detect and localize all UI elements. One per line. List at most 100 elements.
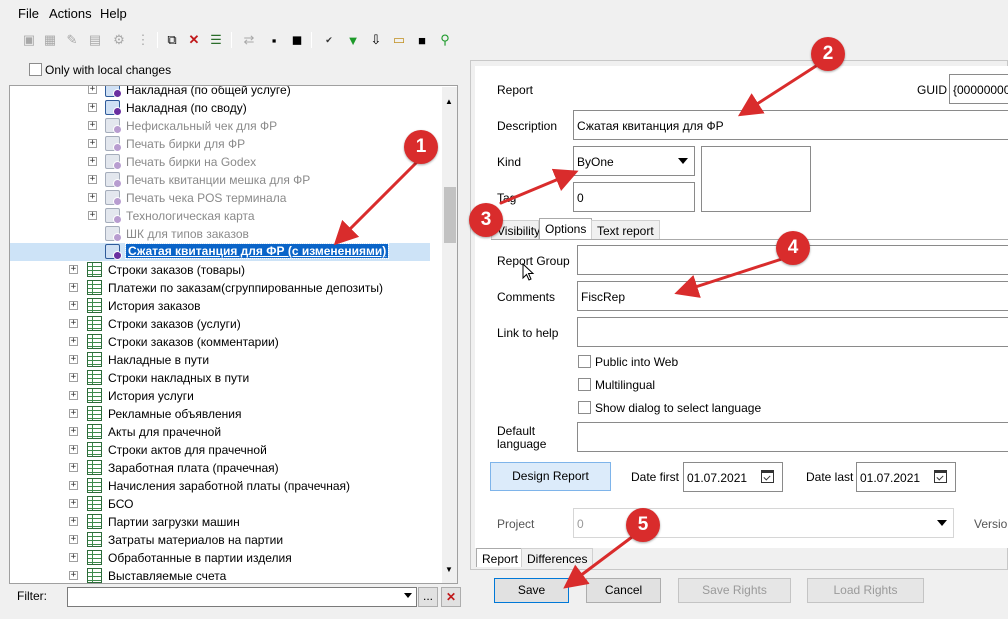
tree-row[interactable]: + Накладные в пути [10,351,430,369]
expand-icon[interactable]: + [69,535,78,544]
tree-row[interactable]: + Рекламные объявления [10,405,430,423]
tree-row[interactable]: + Печать квитанции мешка для ФР [10,171,430,189]
tree-row[interactable]: + Акты для прачечной [10,423,430,441]
tab-options[interactable]: Options [539,218,593,239]
expand-icon[interactable]: + [69,409,78,418]
tab-differences[interactable]: Differences [521,548,594,567]
expand-icon[interactable]: + [69,571,78,580]
multilingual-checkbox[interactable] [578,378,591,391]
expand-icon[interactable]: + [88,139,97,148]
expand-icon[interactable]: + [88,211,97,220]
load-rights-button[interactable]: Load Rights [807,578,924,603]
save-icon[interactable]: ▪ [265,31,283,49]
expand-icon[interactable]: + [69,499,78,508]
expand-icon[interactable]: + [69,355,78,364]
save-rights-button[interactable]: Save Rights [678,578,791,603]
tab-text-report[interactable]: Text report [591,220,660,239]
filter-browse-button[interactable]: ... [418,587,438,607]
tree-row[interactable]: + БСО [10,495,430,513]
delete-icon[interactable]: ✕ [185,31,203,49]
tree-row[interactable]: + Партии загрузки машин [10,513,430,531]
tree-row[interactable]: + Обработанные в партии изделия [10,549,430,567]
expand-icon[interactable]: + [69,265,78,274]
expand-icon[interactable]: + [69,463,78,472]
calendar-icon[interactable] [761,470,774,483]
chevron-down-icon[interactable] [404,593,412,598]
expand-icon[interactable]: + [88,103,97,112]
filter-settings-icon[interactable]: ⚲ [436,31,454,49]
cancel-button[interactable]: Cancel [586,578,661,603]
tag-field[interactable]: 0 [573,182,695,212]
save-button[interactable]: Save [494,578,569,603]
tree-row[interactable]: + История услуги [10,387,430,405]
filter-input[interactable] [67,587,417,607]
tree-row[interactable]: + Технологическая карта [10,207,430,225]
expand-icon[interactable]: + [69,553,78,562]
expand-icon[interactable]: + [69,301,78,310]
folder-icon[interactable]: ▣ [20,31,38,49]
date-first-field[interactable]: 01.07.2021 [683,462,783,492]
tree-icon[interactable]: ⋮ [134,31,152,49]
tree-row[interactable]: + Строки актов для прачечной [10,441,430,459]
description-field[interactable]: Сжатая квитанция для ФР [573,110,1008,140]
scrollbar-thumb[interactable] [444,187,456,243]
local-changes-checkbox[interactable] [29,63,42,76]
expand-icon[interactable]: + [88,157,97,166]
tree-view-icon[interactable]: ☰ [207,31,225,49]
scroll-down-icon[interactable]: ▼ [445,565,453,574]
chevron-down-icon[interactable] [678,158,688,164]
guid-field[interactable]: {00000000- [949,74,1008,104]
tree-row[interactable]: + Платежи по заказам(сгруппированные депо… [10,279,430,297]
expand-icon[interactable]: + [69,481,78,490]
expand-icon[interactable]: + [69,373,78,382]
tab-report[interactable]: Report [476,548,525,567]
tree-row[interactable]: + Затраты материалов на партии [10,531,430,549]
menu-help[interactable]: Help [100,6,127,21]
tree-row[interactable]: + История заказов [10,297,430,315]
clear-filter-icon[interactable]: ✕ [441,587,461,607]
tree-row[interactable]: + Печать бирки для ФР [10,135,430,153]
design-report-button[interactable]: Design Report [490,462,611,491]
tree-row[interactable]: + Накладная (по своду) [10,99,430,117]
filter-icon[interactable]: ▼ [344,31,362,49]
tree-row[interactable]: + Строки накладных в пути [10,369,430,387]
expand-icon[interactable]: + [88,121,97,130]
report-tree[interactable]: + Накладная (по общей услуге) + Накладная (… [9,85,458,584]
tree-scrollbar[interactable]: ▲ ▼ [442,87,457,583]
tree-row[interactable]: + Строки заказов (услуги) [10,315,430,333]
scroll-up-icon[interactable]: ▲ [445,97,453,106]
expand-icon[interactable]: + [69,319,78,328]
link-to-help-field[interactable] [577,317,1008,347]
tree-row[interactable]: + Строки заказов (комментарии) [10,333,430,351]
document-icon[interactable]: ▤ [86,31,104,49]
calendar-icon[interactable] [934,470,947,483]
comments-field[interactable]: FiscRep [577,281,1008,311]
expand-icon[interactable]: + [69,283,78,292]
show-dialog-checkbox[interactable] [578,401,591,414]
expand-icon[interactable]: + [69,517,78,526]
date-last-field[interactable]: 01.07.2021 [856,462,956,492]
expand-icon[interactable]: + [69,427,78,436]
tree-row[interactable]: + Накладная (по общей услуге) [10,86,430,99]
save-disk-icon[interactable]: ■ [413,31,431,49]
grid-icon[interactable]: ▦ [41,31,59,49]
tree-row[interactable]: + Нефискальный чек для ФР [10,117,430,135]
expand-icon[interactable]: + [69,337,78,346]
tree-row[interactable]: + Выставляемые счета [10,567,430,583]
public-into-web-checkbox[interactable] [578,355,591,368]
save-all-icon[interactable]: ◼ [288,31,306,49]
sql-check-icon[interactable]: ✔ [320,31,338,49]
tree-row[interactable]: + Начисления заработной платы (прачечная) [10,477,430,495]
expand-icon[interactable]: + [69,391,78,400]
tree-row[interactable]: Сжатая квитанция для ФР (с изменениями) [10,243,430,261]
kind-select[interactable]: ByOne [573,146,695,176]
expand-icon[interactable]: + [69,445,78,454]
menu-actions[interactable]: Actions [49,6,92,21]
tree-row[interactable]: + Строки заказов (товары) [10,261,430,279]
expand-icon[interactable]: + [88,86,97,94]
expand-icon[interactable]: + [88,193,97,202]
open-folder-icon[interactable]: ▭ [390,31,408,49]
tree-row[interactable]: + Заработная плата (прачечная) [10,459,430,477]
menu-file[interactable]: File [18,6,39,21]
expand-icon[interactable]: + [88,175,97,184]
